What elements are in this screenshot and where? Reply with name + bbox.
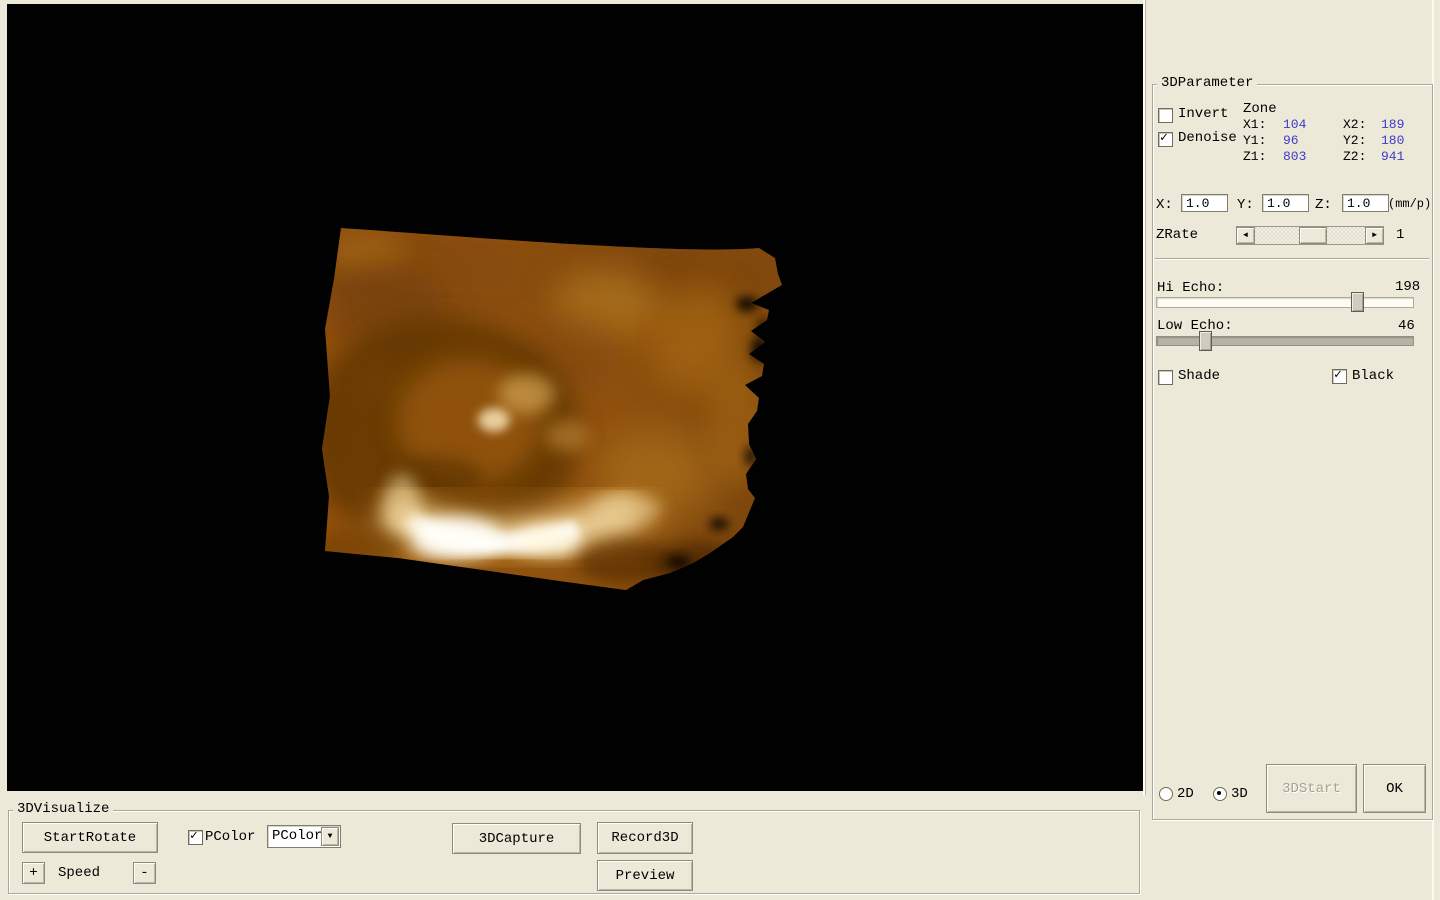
zone-z2-label: Z2: (1343, 149, 1367, 164)
visualize-groupbox: 3DVisualize StartRotate + Speed - PColor… (8, 802, 1140, 894)
speed-plus-button[interactable]: + (22, 862, 45, 884)
black-label: Black (1352, 368, 1395, 384)
mode-2d-label: 2D (1177, 786, 1194, 802)
scale-y-input[interactable] (1262, 194, 1309, 212)
scale-unit-label: (mm/p) (1388, 197, 1432, 211)
pcolor-combobox[interactable]: PColor ▼ (267, 825, 341, 848)
record3d-button[interactable]: Record3D (597, 822, 693, 854)
preview-button[interactable]: Preview (597, 860, 693, 891)
hi-echo-value: 198 (1395, 279, 1421, 295)
low-echo-label: Low Echo: (1157, 318, 1233, 334)
low-echo-slider-track[interactable] (1156, 336, 1414, 346)
low-echo-value: 46 (1398, 318, 1415, 334)
pcolor-combobox-value: PColor (272, 828, 323, 844)
hi-echo-slider-thumb[interactable] (1351, 292, 1364, 312)
parameter-groupbox-title: 3DParameter (1157, 76, 1258, 91)
mode-3d-label: 3D (1231, 786, 1248, 802)
parameter-groupbox: 3DParameter Invert Denoise Zone X1: 104 … (1152, 76, 1433, 820)
separator (1155, 258, 1429, 260)
pcolor-label: PColor (205, 829, 256, 845)
pcolor-checkbox[interactable] (188, 828, 203, 845)
hi-echo-label: Hi Echo: (1157, 280, 1225, 296)
zrate-scroll-thumb[interactable] (1299, 227, 1327, 244)
3dcapture-button[interactable]: 3DCapture (452, 823, 581, 854)
zrate-scrollbar[interactable]: ◄ ► (1236, 226, 1384, 245)
zone-y1-value: 96 (1283, 133, 1299, 148)
mode-3d-radio[interactable] (1213, 787, 1227, 801)
zone-y1-label: Y1: (1243, 133, 1267, 148)
invert-checkbox[interactable] (1158, 108, 1173, 123)
zone-x1-value: 104 (1283, 117, 1307, 132)
scale-x-input[interactable] (1181, 194, 1228, 212)
zrate-scroll-left-icon[interactable]: ◄ (1236, 227, 1255, 244)
zone-x2-label: X2: (1343, 117, 1367, 132)
invert-label: Invert (1178, 106, 1229, 122)
denoise-checkbox[interactable] (1158, 130, 1173, 147)
3dstart-button[interactable]: 3DStart (1266, 764, 1357, 813)
zrate-label: ZRate (1156, 227, 1199, 243)
zone-z2-value: 941 (1381, 149, 1405, 164)
black-checkbox[interactable] (1332, 367, 1347, 384)
shade-label: Shade (1178, 368, 1221, 384)
speed-label: Speed (58, 865, 101, 881)
scale-z-label: Z: (1315, 197, 1332, 213)
zone-y2-value: 180 (1381, 133, 1405, 148)
scale-y-label: Y: (1237, 197, 1254, 213)
zone-y2-label: Y2: (1343, 133, 1367, 148)
ultrasound-volume-render (322, 228, 782, 590)
visualize-groupbox-title: 3DVisualize (13, 802, 114, 817)
pcolor-dropdown-arrow-icon[interactable]: ▼ (321, 827, 339, 846)
zone-x1-label: X1: (1243, 117, 1267, 132)
zone-label: Zone (1243, 101, 1277, 117)
hi-echo-slider-track[interactable] (1156, 297, 1414, 308)
volume-render-viewport[interactable] (7, 4, 1143, 791)
zone-x2-value: 189 (1381, 117, 1405, 132)
ultrasound-3d-dialog: { "param_panel": { "title": "3DParameter… (0, 0, 1440, 900)
zone-z1-value: 803 (1283, 149, 1307, 164)
low-echo-slider-thumb[interactable] (1199, 331, 1212, 351)
start-rotate-button[interactable]: StartRotate (22, 822, 158, 853)
zone-z1-label: Z1: (1243, 149, 1267, 164)
speed-minus-button[interactable]: - (133, 862, 156, 884)
denoise-label: Denoise (1178, 130, 1237, 146)
ok-button[interactable]: OK (1363, 764, 1426, 813)
shade-checkbox[interactable] (1158, 370, 1173, 385)
scale-x-label: X: (1156, 197, 1173, 213)
zrate-value: 1 (1396, 227, 1405, 243)
mode-2d-radio[interactable] (1159, 787, 1173, 801)
zrate-scroll-right-icon[interactable]: ► (1365, 227, 1384, 244)
scale-z-input[interactable] (1342, 194, 1389, 212)
canvas-panel-divider (1143, 0, 1148, 795)
